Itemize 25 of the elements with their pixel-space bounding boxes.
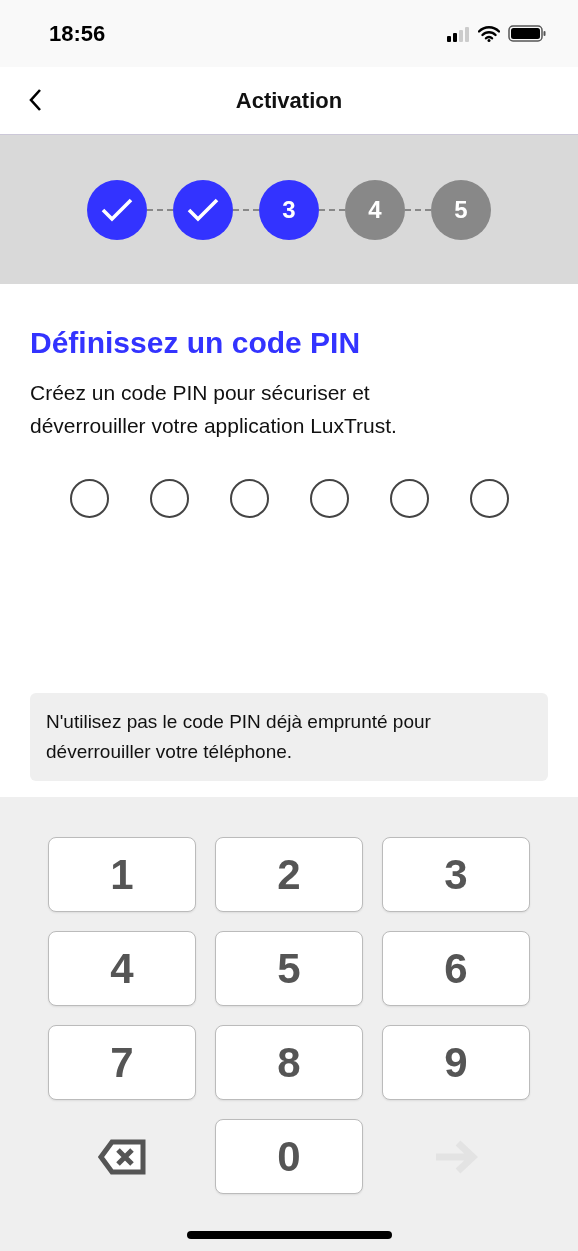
- digit-key[interactable]: 1: [48, 837, 196, 912]
- step-indicator: 3: [259, 179, 319, 240]
- digit-key[interactable]: 6: [382, 931, 530, 1006]
- description: Créez un code PIN pour sécuriser et déverrouiller votre application LuxTrust.: [30, 380, 398, 439]
- checkmark-icon: [100, 196, 134, 223]
- step-indicator: 4: [345, 179, 405, 240]
- wifi-icon: [478, 25, 500, 42]
- notice-text: N'utilisez pas le code PIN déjà emprunté pour déverrouiller votre téléphone.: [30, 693, 548, 781]
- digit-key[interactable]: 4: [48, 931, 196, 1006]
- digit-key[interactable]: 8: [215, 1025, 363, 1100]
- screen-title: Activation: [235, 87, 343, 114]
- digit-key[interactable]: 9: [382, 1025, 530, 1100]
- digit-key[interactable]: 3: [382, 837, 530, 912]
- digit-key[interactable]: 0: [215, 1119, 363, 1194]
- digit-key[interactable]: 7: [48, 1025, 196, 1100]
- backspace-button[interactable]: [98, 1138, 146, 1175]
- digit-key[interactable]: 5: [215, 931, 363, 1006]
- checkmark-icon: [186, 196, 220, 223]
- status-time: 18:56: [49, 20, 106, 47]
- battery-icon: [508, 25, 546, 42]
- back-button[interactable]: [28, 88, 42, 112]
- digit-key[interactable]: 2: [215, 837, 363, 912]
- signal-icon: [446, 25, 470, 42]
- step-indicator: 5: [431, 179, 491, 240]
- heading: Définissez un code PIN: [30, 326, 362, 360]
